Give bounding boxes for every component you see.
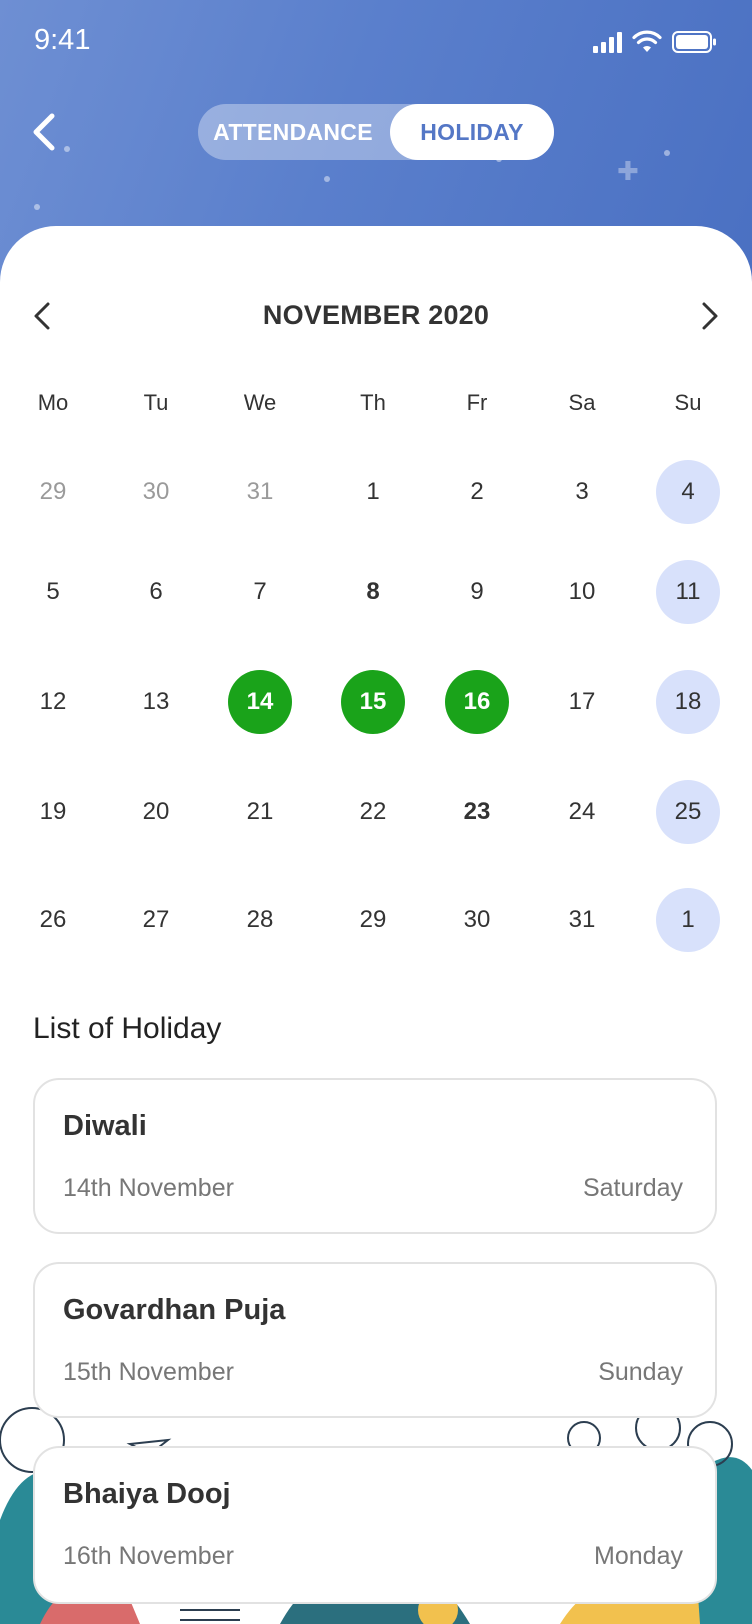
holiday-name: Govardhan Puja bbox=[63, 1294, 286, 1326]
calendar-day-other-month[interactable]: 29 bbox=[21, 460, 85, 524]
wifi-icon bbox=[632, 30, 662, 52]
month-navigation: NOVEMBER 2020 bbox=[0, 296, 752, 336]
weekday-label: Su bbox=[674, 390, 702, 415]
holiday-weekday: Sunday bbox=[598, 1358, 683, 1386]
calendar-day[interactable]: 1 bbox=[341, 460, 405, 524]
battery-icon bbox=[672, 31, 716, 53]
calendar-day[interactable]: 13 bbox=[124, 670, 188, 734]
calendar-day[interactable]: 26 bbox=[21, 888, 85, 952]
calendar-day[interactable]: 30 bbox=[445, 888, 509, 952]
calendar-day[interactable]: 28 bbox=[228, 888, 292, 952]
calendar-day-holiday[interactable]: 15 bbox=[341, 670, 405, 734]
weekday-label: Tu bbox=[143, 390, 169, 415]
next-month-button[interactable] bbox=[690, 296, 726, 336]
weekday-label: Mo bbox=[37, 390, 69, 415]
decor-dot bbox=[34, 204, 40, 210]
sparkle-icon: ✚ bbox=[617, 156, 639, 186]
back-button[interactable] bbox=[28, 110, 68, 154]
holiday-date: 15th November bbox=[63, 1358, 234, 1386]
holiday-list-title: List of Holiday bbox=[33, 1012, 222, 1045]
weekday-label: Th bbox=[360, 390, 386, 415]
calendar-day[interactable]: 7 bbox=[228, 560, 292, 624]
holiday-card[interactable]: Govardhan Puja 15th November Sunday bbox=[33, 1262, 717, 1418]
calendar-day[interactable]: 19 bbox=[21, 780, 85, 844]
tab-holiday[interactable]: HOLIDAY bbox=[390, 104, 554, 160]
calendar-day[interactable]: 6 bbox=[124, 560, 188, 624]
view-toggle: ATTENDANCE HOLIDAY bbox=[198, 104, 554, 160]
calendar-day-other-month[interactable]: 31 bbox=[228, 460, 292, 524]
calendar-day[interactable]: 3 bbox=[550, 460, 614, 524]
cellular-signal-icon bbox=[593, 31, 622, 53]
calendar-day[interactable]: 22 bbox=[341, 780, 405, 844]
holiday-weekday: Monday bbox=[594, 1542, 683, 1570]
calendar-day[interactable]: 24 bbox=[550, 780, 614, 844]
calendar-day[interactable]: 8 bbox=[341, 560, 405, 624]
calendar-day-other-month[interactable]: 30 bbox=[124, 460, 188, 524]
calendar-day[interactable]: 20 bbox=[124, 780, 188, 844]
holiday-date: 14th November bbox=[63, 1174, 234, 1202]
calendar-day[interactable]: 12 bbox=[21, 670, 85, 734]
calendar-day[interactable]: 10 bbox=[550, 560, 614, 624]
decor-dot bbox=[664, 150, 670, 156]
calendar-day[interactable]: 2 bbox=[445, 460, 509, 524]
month-title: NOVEMBER 2020 bbox=[262, 300, 490, 330]
calendar-day[interactable]: 29 bbox=[341, 888, 405, 952]
weekday-label: We bbox=[243, 390, 277, 415]
calendar-day[interactable]: 31 bbox=[550, 888, 614, 952]
status-icons bbox=[593, 30, 718, 54]
status-time: 9:41 bbox=[34, 24, 91, 56]
holiday-date: 16th November bbox=[63, 1542, 234, 1570]
weekday-label: Fr bbox=[466, 390, 488, 415]
calendar-day[interactable]: 27 bbox=[124, 888, 188, 952]
calendar-day-sunday[interactable]: 25 bbox=[656, 780, 720, 844]
calendar-day-sunday[interactable]: 1 bbox=[656, 888, 720, 952]
calendar-day[interactable]: 5 bbox=[21, 560, 85, 624]
calendar-day-sunday[interactable]: 18 bbox=[656, 670, 720, 734]
calendar-day[interactable]: 17 bbox=[550, 670, 614, 734]
tab-attendance[interactable]: ATTENDANCE bbox=[198, 104, 388, 160]
holiday-weekday: Saturday bbox=[582, 1174, 683, 1202]
calendar-day-holiday[interactable]: 14 bbox=[228, 670, 292, 734]
calendar-day[interactable]: 23 bbox=[445, 780, 509, 844]
holiday-card[interactable]: Diwali 14th November Saturday bbox=[33, 1078, 717, 1234]
calendar-day-sunday[interactable]: 11 bbox=[656, 560, 720, 624]
calendar-day[interactable]: 9 bbox=[445, 560, 509, 624]
holiday-card[interactable]: Bhaiya Dooj 16th November Monday bbox=[33, 1446, 717, 1604]
calendar-day[interactable]: 21 bbox=[228, 780, 292, 844]
chevron-right-icon bbox=[702, 302, 718, 330]
holiday-name: Bhaiya Dooj bbox=[63, 1478, 231, 1510]
chevron-left-icon bbox=[33, 113, 55, 151]
calendar-day-holiday[interactable]: 16 bbox=[445, 670, 509, 734]
decor-dot bbox=[324, 176, 330, 182]
calendar-day-sunday[interactable]: 4 bbox=[656, 460, 720, 524]
holiday-name: Diwali bbox=[63, 1110, 147, 1142]
weekday-label: Sa bbox=[568, 390, 596, 415]
